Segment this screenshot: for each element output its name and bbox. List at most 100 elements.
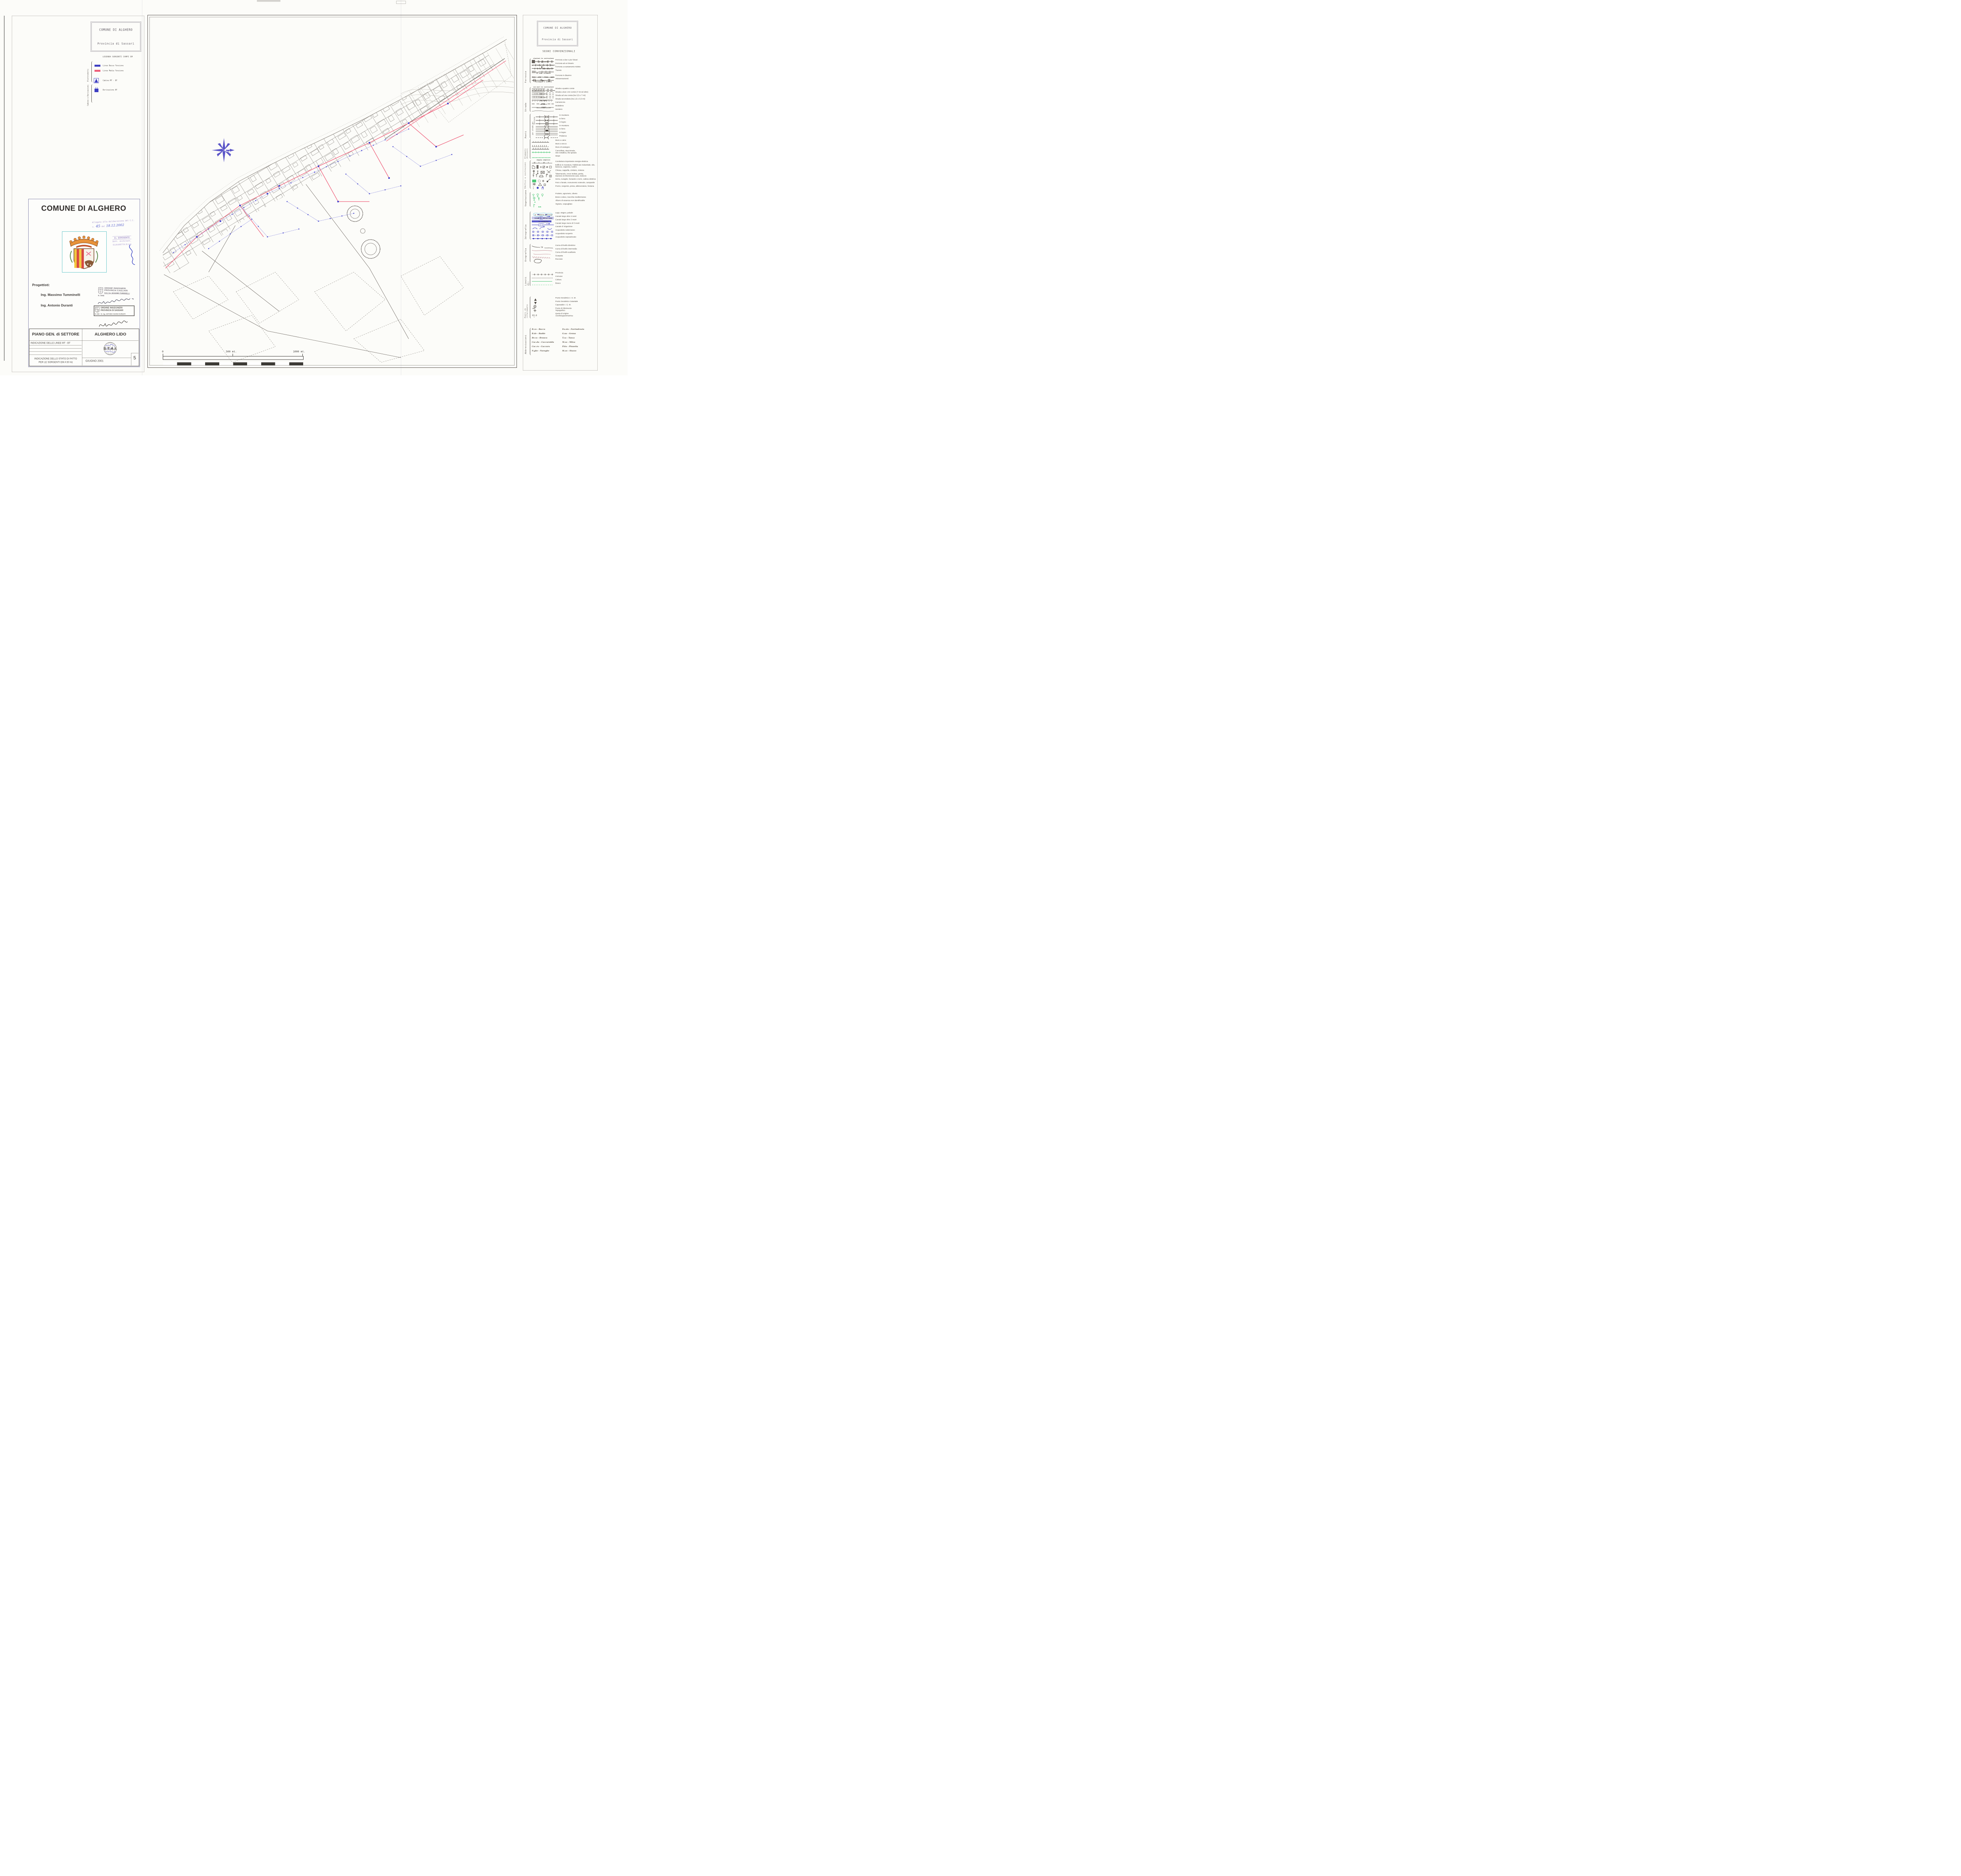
legend-row-label: Provincia [555,272,596,274]
em-item-label: Cabina MT - BT [103,80,117,82]
compass-rose: N [212,138,236,163]
swatch-linee-media-tensione [95,70,100,72]
stamp-cagliari-line2: PROVINCIA CAGLIARI [104,289,130,292]
abbreviation-row: Br.cu - BruncuT.ca - Tanca [532,337,596,341]
segni-section-strade: Stradecon muri in costruzioneStrada a qu… [524,87,596,112]
segni-section-abbreviazioni: AbbreviazioniB.cu - BaccuFu.xiu - Furria… [524,328,596,354]
em-group-cabine-label: Cabine e Derivazioni [87,76,89,106]
legend-row-label: Acquedotto scoperto [555,233,596,234]
section-label: Vegetazione [524,193,527,206]
section-brace [530,244,532,262]
legend-row-label: Curva di livello intermedia [555,248,596,250]
segni-section-elementi-divisori: Elementi divisori Muro a calceMuro a secc… [524,139,596,158]
legend-row-label: Caposaldo I. G. M. [555,304,596,306]
scan-edge-line [4,16,5,361]
legend-row-note-bottom: in sede stradale [532,72,555,74]
legend-row-label: Bosco ceduo, macchia mediterranea [555,196,596,198]
legend-subgroup-label: per strade [532,124,534,135]
em-group-brace [91,84,93,103]
stamp-allegato-number: 45 [96,224,100,228]
svg-text:RIF: RIF [533,308,535,309]
legend-row: Punto Geodetico Catastale [532,300,596,304]
section-brace [530,58,532,83]
legend-row-label: Curva di livello direttrice [555,245,596,247]
legend-row: Siepe [532,155,596,158]
legend-row: Rocciaio [532,258,596,262]
em-item-label: Derivazione BT [103,89,117,91]
segni-section-limiti-di-: Limiti di:ProvinciaComuneColturaBosco [524,272,596,285]
legend-row: Frutteto, agrumeto, oliveto [532,193,596,196]
scale-segment [289,362,303,365]
stamp-allegato-n: n. [92,226,95,228]
legend-row: Cancellata, staccionata, rete metallica,… [532,149,596,155]
section-label: Idrografia [524,212,527,239]
section-brace [530,296,532,318]
acqsop-symbol [532,236,554,242]
designer-name: Ing. Antonio Duranti [41,304,73,307]
progettisti-label: Progettisti: [32,283,50,287]
abbreviation-left: Br.cu - Bruncu [532,337,562,341]
legend-row-label: Sentiero [555,108,596,110]
section-brace [530,211,532,240]
legend-row-label: Muro a calce [555,140,596,142]
legend-row-label: Muro a secco [555,143,596,145]
section-label: Elementi divisori [524,139,528,158]
stamp-sassari-name: Dr. Ing. ANTONIO GAVINO DURANTI [101,313,126,315]
table-sub2-cell: INDICAZIONE DELLO STATO DI FATTO PER LE … [29,357,82,364]
em-item-label: Linee Bassa Tensione [103,65,124,67]
legend-row-label: Acquedotto sopraelevato [555,236,596,238]
abbreviation-row: Cuc.ru - CuccuruP.tta - Pinnetta [532,345,596,350]
stamp-sassari-number: N. 682 [95,313,100,315]
abbreviation-left: Cuc.ru - Cuccuru [532,345,562,350]
legend-row: Chiesa, cappella, cimitero, miniera [532,169,596,173]
legend-row: Vigneto, cespugliato [532,203,596,206]
legend-row-label: Tabernacolo, croce isolata, grotta, staz… [555,173,596,177]
stamp-dirigente-line1: IL DIRIGENTE [113,236,131,240]
legend-row: Albero di essenza non identificabile [532,200,596,203]
section-brace [530,192,532,207]
legend-row-label: Canale largo oltre 3 metri [555,219,596,221]
scale-label-500: 500 mt. [226,350,236,353]
abbreviation-right: Fu.xiu - Furriadroxiu [562,328,596,333]
legend-row: Punto Geodetico I. G. M. [532,297,596,300]
abbreviation-row: Cuc.du - CuccuredduM.za - Mitza [532,341,596,345]
abbreviation-left: N.ghe - Nuraghe [532,350,562,354]
segni-section-orografia: Orografia50Curva di livello direttriceCu… [524,244,596,262]
legend-row: Pedanca [536,135,596,138]
legend-row: Acquedotto scoperto [532,233,596,236]
sent-symbol [532,109,554,114]
section-label: Strade [524,87,527,112]
legend-row: Cavalcavia SottopassaggioAttraversamenti… [532,78,596,83]
legend-row-label: In legno [559,131,600,133]
veg4-symbol [532,203,554,209]
pozzo-symbol [532,185,554,191]
title-block-heading: COMUNE DI ALGHERO [31,204,136,213]
segni-section-vegetazione: Vegetazione Frutteto, agrumeto, olivetoBo… [524,193,596,206]
legend-row-label: Strada a quattro corsie [555,88,596,90]
stamp-ordine-cagliari: ORDINE INGEGNERI PROVINCIA CAGLIARI Dott… [98,287,139,297]
section-label: Punti di riferimento [524,297,528,318]
scale-segment [233,362,247,365]
legend-row: Bosco [532,282,596,285]
section-label: Limiti di: [524,272,529,285]
table-sub2-line2: PER LE SORGENTI EM A 50 Hz [29,360,82,364]
legend-row-label: Strada secondaria (tra 2,5 e 3,5 mt) [555,98,596,100]
legend-row-label: Attraversamenti [555,78,596,80]
abbreviation-left: B.cu - Baccu [532,328,562,333]
scale-segment [177,362,191,365]
svg-text:63.8: 63.8 [532,314,537,317]
legend-row-label: Pozzo, sorgente, presa, abbeveratoio, fo… [555,185,596,187]
legend-row: 63.8Quota di origine Aerofotogrammetrica [532,313,596,318]
stamp-sassari-line2: PROVINCIA DI SASSARI [101,309,124,312]
designer-name: Ing. Massimo Tumminelli [41,293,80,297]
legend-row-label: Muro di sostegno [555,146,596,148]
legend-row-label: Acquedotto sotterraneo [555,229,596,231]
legend-row: doppia sempliceConduttura importante ene… [532,160,596,164]
legend-row-label: Curva di livello ausiliaria [555,251,596,253]
table-localita-cell: ALGHERO LIDO [82,332,138,337]
segni-section-edifici-e-costruzioni: Edifici e costruzionidoppia sempliceCond… [524,160,596,189]
legend-row-label: In muratura [559,115,600,116]
section-brace [530,139,532,159]
legend-row-label: Vigneto, cespugliato [555,203,596,205]
legend-row: Muro di sostegno [532,146,596,150]
